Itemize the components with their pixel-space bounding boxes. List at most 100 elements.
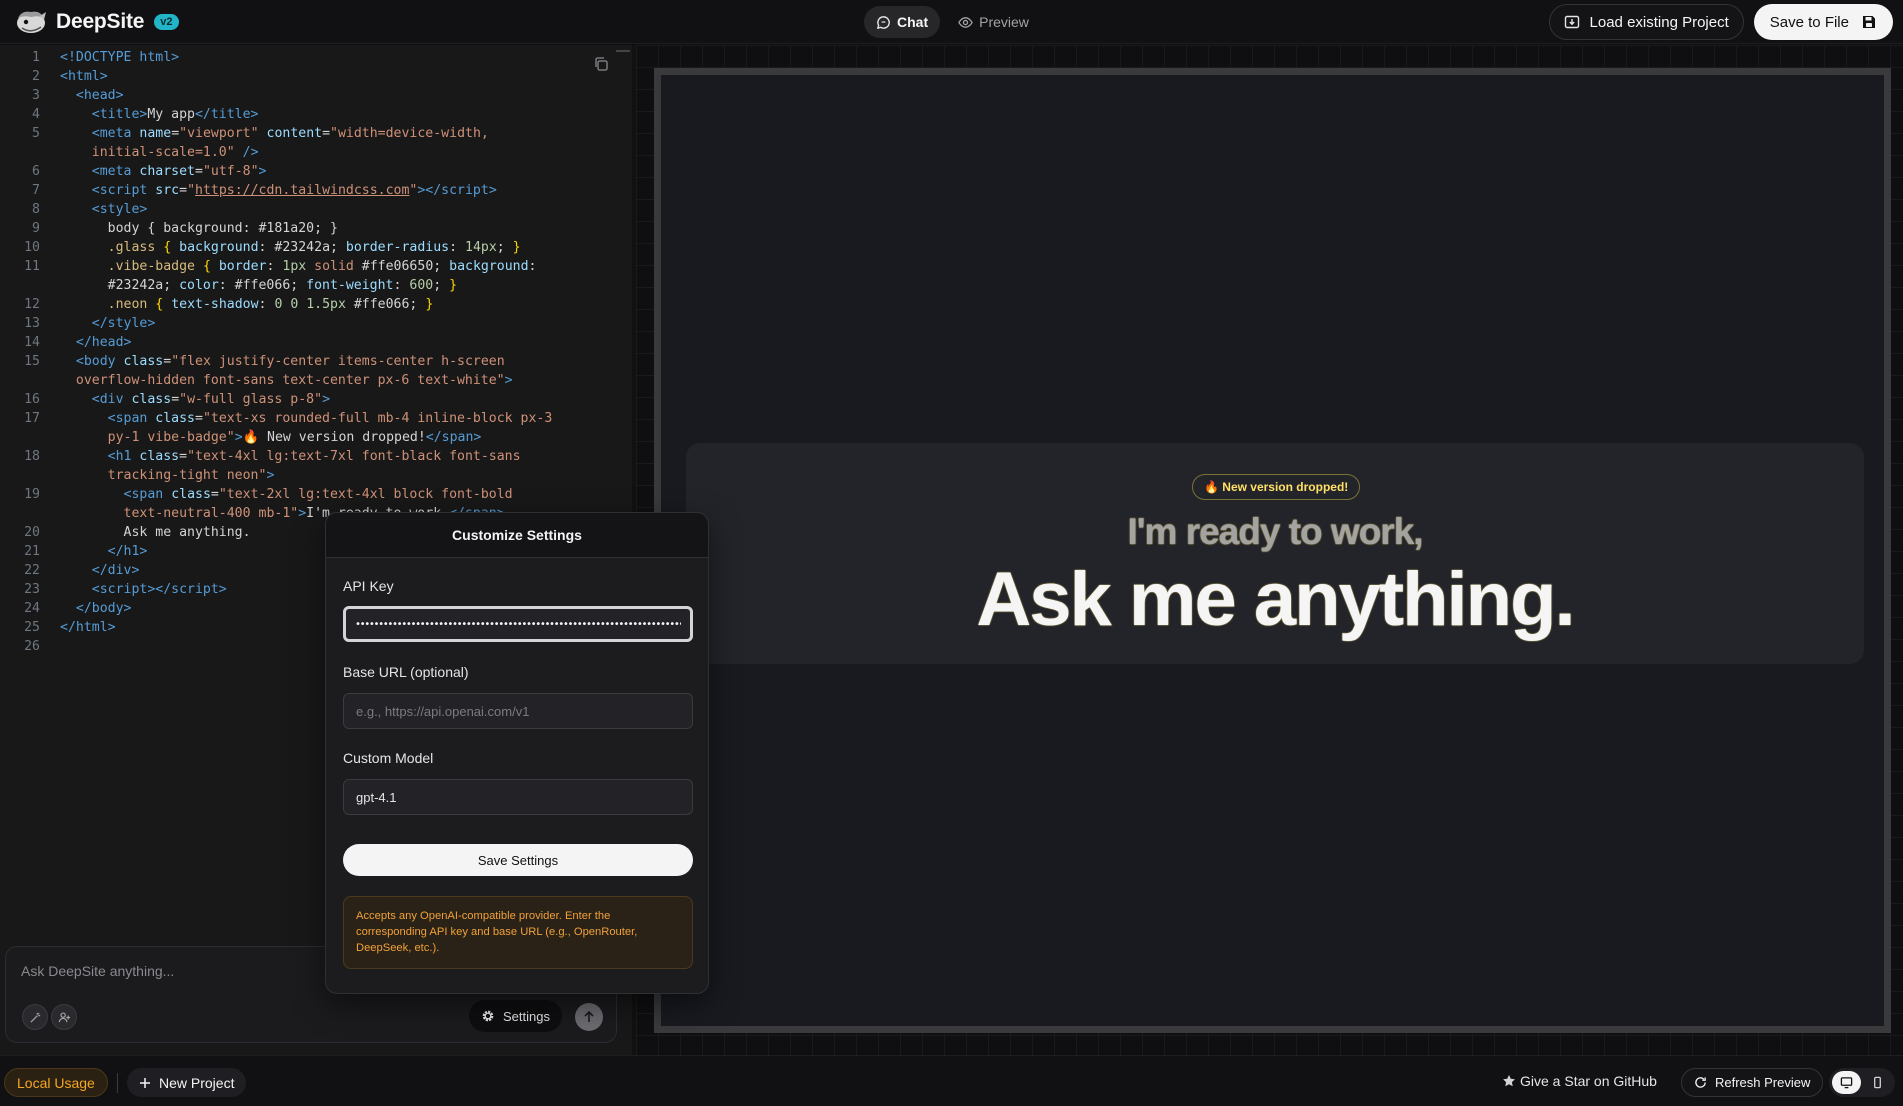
line-number xyxy=(0,428,40,447)
code-line: <script src="https://cdn.tailwindcss.com… xyxy=(91,183,497,198)
api-key-value: ••••••••••••••••••••••••••••••••••••••••… xyxy=(355,618,681,630)
line-number: 20 xyxy=(24,525,40,540)
chat-bubble-icon xyxy=(876,15,890,29)
tab-preview-label: Preview xyxy=(979,14,1029,30)
line-number: 23 xyxy=(24,582,40,597)
line-number xyxy=(0,371,40,390)
line-number: 7 xyxy=(32,183,40,198)
whale-logo-icon xyxy=(17,11,46,33)
load-project-label: Load existing Project xyxy=(1589,13,1729,31)
star-icon xyxy=(1503,1075,1515,1087)
mobile-view-button[interactable] xyxy=(1863,1071,1892,1094)
code-line: </head> xyxy=(75,335,132,350)
save-to-file-label: Save to File xyxy=(1769,13,1849,31)
line-number: 14 xyxy=(24,335,40,350)
settings-label: Settings xyxy=(503,1008,550,1024)
line-number: 24 xyxy=(24,601,40,616)
base-url-placeholder: e.g., https://api.openai.com/v1 xyxy=(356,703,530,719)
hero-headline: Ask me anything. xyxy=(976,557,1575,642)
refresh-label: Refresh Preview xyxy=(1715,1075,1811,1090)
line-number: 2 xyxy=(32,69,40,84)
copy-icon[interactable] xyxy=(593,56,609,72)
code-line: <div class="w-full glass p-8"> xyxy=(91,392,331,407)
code-line: .neon { text-shadow: 0 0 1.5px #ffe066; … xyxy=(107,297,434,312)
code-line: <span class="text-2xl lg:text-4xl block … xyxy=(123,487,513,502)
desktop-view-button[interactable] xyxy=(1832,1071,1861,1094)
line-number: 17 xyxy=(24,411,40,426)
code-line: <title>My app</title> xyxy=(91,107,259,122)
line-number: 26 xyxy=(24,639,40,654)
new-project-button[interactable]: New Project xyxy=(127,1068,247,1097)
send-button[interactable] xyxy=(575,1003,603,1031)
settings-popover: Customize Settings API Key •••••••••••••… xyxy=(325,512,709,994)
github-star-link[interactable]: Give a Star on GitHub xyxy=(1502,1073,1657,1089)
custom-model-value: gpt-4.1 xyxy=(356,789,397,805)
code-line: tracking-tight neon"> xyxy=(107,468,275,483)
line-number: 13 xyxy=(24,316,40,331)
line-number: 3 xyxy=(32,88,40,103)
local-usage-badge[interactable]: Local Usage xyxy=(4,1068,108,1097)
header-actions: Load existing Project Save to File xyxy=(1548,4,1893,40)
api-key-field[interactable]: ••••••••••••••••••••••••••••••••••••••••… xyxy=(343,606,693,642)
line-number: 25 xyxy=(24,620,40,635)
code-line: </style> xyxy=(91,316,156,331)
code-line: </html> xyxy=(60,620,116,635)
enhance-prompt-button[interactable] xyxy=(22,1004,48,1030)
hero-subtitle: I'm ready to work, xyxy=(1127,511,1423,552)
tab-preview[interactable]: Preview xyxy=(946,6,1041,38)
top-bar: DeepSite v2 Chat Preview Load existing P… xyxy=(0,0,1903,44)
code-line: <style> xyxy=(91,202,148,217)
line-number: 16 xyxy=(24,392,40,407)
line-number: 19 xyxy=(24,487,40,502)
tab-chat-label: Chat xyxy=(897,14,929,30)
code-line: <h1 class="text-4xl lg:text-7xl font-bla… xyxy=(107,449,521,464)
line-number: 22 xyxy=(24,563,40,578)
line-number: 21 xyxy=(24,544,40,559)
code-line: initial-scale=1.0" /> xyxy=(91,145,259,160)
chat-input[interactable]: Ask DeepSite anything... xyxy=(21,963,174,979)
new-project-label: New Project xyxy=(159,1074,235,1091)
import-icon xyxy=(1564,15,1579,29)
line-number: 8 xyxy=(32,202,40,217)
api-key-label: API Key xyxy=(343,578,394,594)
bottom-bar: Local Usage New Project Give a Star on G… xyxy=(0,1055,1903,1106)
line-number: 4 xyxy=(32,107,40,122)
device-toggle xyxy=(1829,1068,1895,1097)
code-line: <script></script> xyxy=(91,582,227,597)
refresh-icon xyxy=(1695,1077,1706,1088)
custom-model-field[interactable]: gpt-4.1 xyxy=(343,779,693,815)
line-number: 9 xyxy=(32,221,40,236)
tab-chat[interactable]: Chat xyxy=(864,6,941,38)
phone-icon xyxy=(1874,1076,1881,1089)
line-number: 12 xyxy=(24,297,40,312)
settings-button[interactable]: Settings xyxy=(469,1000,562,1032)
load-project-button[interactable]: Load existing Project xyxy=(1548,4,1744,40)
base-url-field[interactable]: e.g., https://api.openai.com/v1 xyxy=(343,693,693,729)
code-line: overflow-hidden font-sans text-center px… xyxy=(75,373,513,388)
monitor-icon xyxy=(1840,1077,1853,1089)
save-settings-button[interactable]: Save Settings xyxy=(343,844,693,876)
line-number xyxy=(0,504,40,523)
divider xyxy=(117,1073,118,1093)
line-number: 5 xyxy=(32,126,40,141)
arrow-up-icon xyxy=(584,1010,594,1022)
code-line: </h1> xyxy=(107,544,148,559)
logo[interactable]: DeepSite v2 xyxy=(14,8,179,36)
refresh-preview-button[interactable]: Refresh Preview xyxy=(1681,1068,1824,1097)
add-user-button[interactable] xyxy=(51,1004,77,1030)
line-number: 15 xyxy=(24,354,40,369)
code-line: </div> xyxy=(91,563,140,578)
custom-model-label: Custom Model xyxy=(343,750,434,766)
code-line: #23242a; color: #ffe066; font-weight: 60… xyxy=(60,278,458,293)
line-number: 6 xyxy=(32,164,40,179)
line-number xyxy=(0,466,40,485)
plus-icon xyxy=(140,1077,150,1088)
user-plus-icon xyxy=(58,1011,70,1022)
code-line: .glass { background: #23242a; border-rad… xyxy=(107,240,521,255)
save-to-file-button[interactable]: Save to File xyxy=(1753,4,1893,40)
code-line: Ask me anything. xyxy=(123,525,251,540)
popover-title: Customize Settings xyxy=(326,513,708,558)
editor-scrollbar[interactable] xyxy=(616,50,630,52)
base-url-label: Base URL (optional) xyxy=(343,664,469,680)
